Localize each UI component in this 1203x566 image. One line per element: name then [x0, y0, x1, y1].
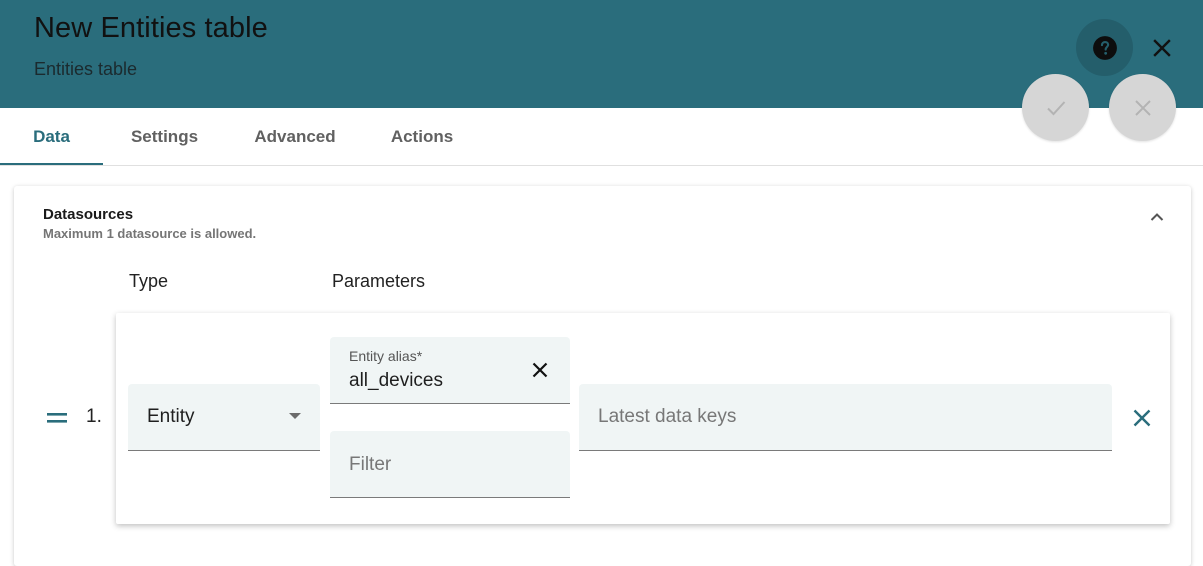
- collapse-button[interactable]: [1147, 207, 1167, 227]
- dropdown-arrow-icon: [289, 413, 301, 419]
- help-button[interactable]: [1076, 19, 1133, 76]
- tab-settings[interactable]: Settings: [118, 108, 211, 165]
- clear-alias-button[interactable]: [528, 358, 552, 382]
- datasources-hint: Maximum 1 datasource is allowed.: [43, 226, 257, 241]
- tab-data[interactable]: Data: [0, 108, 103, 165]
- close-icon: [1133, 409, 1151, 427]
- close-icon: [1153, 39, 1171, 57]
- tab-advanced[interactable]: Advanced: [245, 108, 345, 165]
- entity-alias-field[interactable]: Entity alias* all_devices: [330, 337, 570, 404]
- filter-placeholder: Filter: [349, 454, 392, 475]
- chevron-up-icon: [1150, 213, 1164, 221]
- dialog-title: New Entities table: [34, 12, 268, 44]
- column-header-type: Type: [129, 271, 169, 291]
- drag-handle-icon[interactable]: [46, 410, 69, 426]
- column-header-parameters: Parameters: [332, 271, 426, 291]
- dialog-subtitle: Entities table: [34, 59, 138, 79]
- datasources-title: Datasources: [43, 206, 134, 223]
- entity-alias-label: Entity alias*: [349, 348, 423, 364]
- dialog-header: New Entities table Entities table: [0, 0, 1203, 108]
- datasource-type-value: Entity: [147, 406, 195, 427]
- row-index: 1.: [86, 406, 102, 427]
- close-dialog-button[interactable]: [1141, 27, 1183, 69]
- close-icon: [532, 362, 548, 378]
- latest-data-keys-placeholder: Latest data keys: [598, 406, 737, 427]
- filter-field[interactable]: Filter: [330, 431, 570, 498]
- help-circle-icon: [1092, 35, 1117, 60]
- latest-data-keys-field[interactable]: Latest data keys: [579, 384, 1112, 451]
- remove-datasource-button[interactable]: [1128, 404, 1156, 432]
- tab-bar: Data Settings Advanced Actions: [0, 108, 1203, 166]
- active-tab-indicator: [0, 163, 103, 165]
- tab-actions[interactable]: Actions: [380, 108, 464, 165]
- datasource-type-select[interactable]: Entity: [128, 384, 320, 451]
- entity-alias-value: all_devices: [349, 370, 443, 391]
